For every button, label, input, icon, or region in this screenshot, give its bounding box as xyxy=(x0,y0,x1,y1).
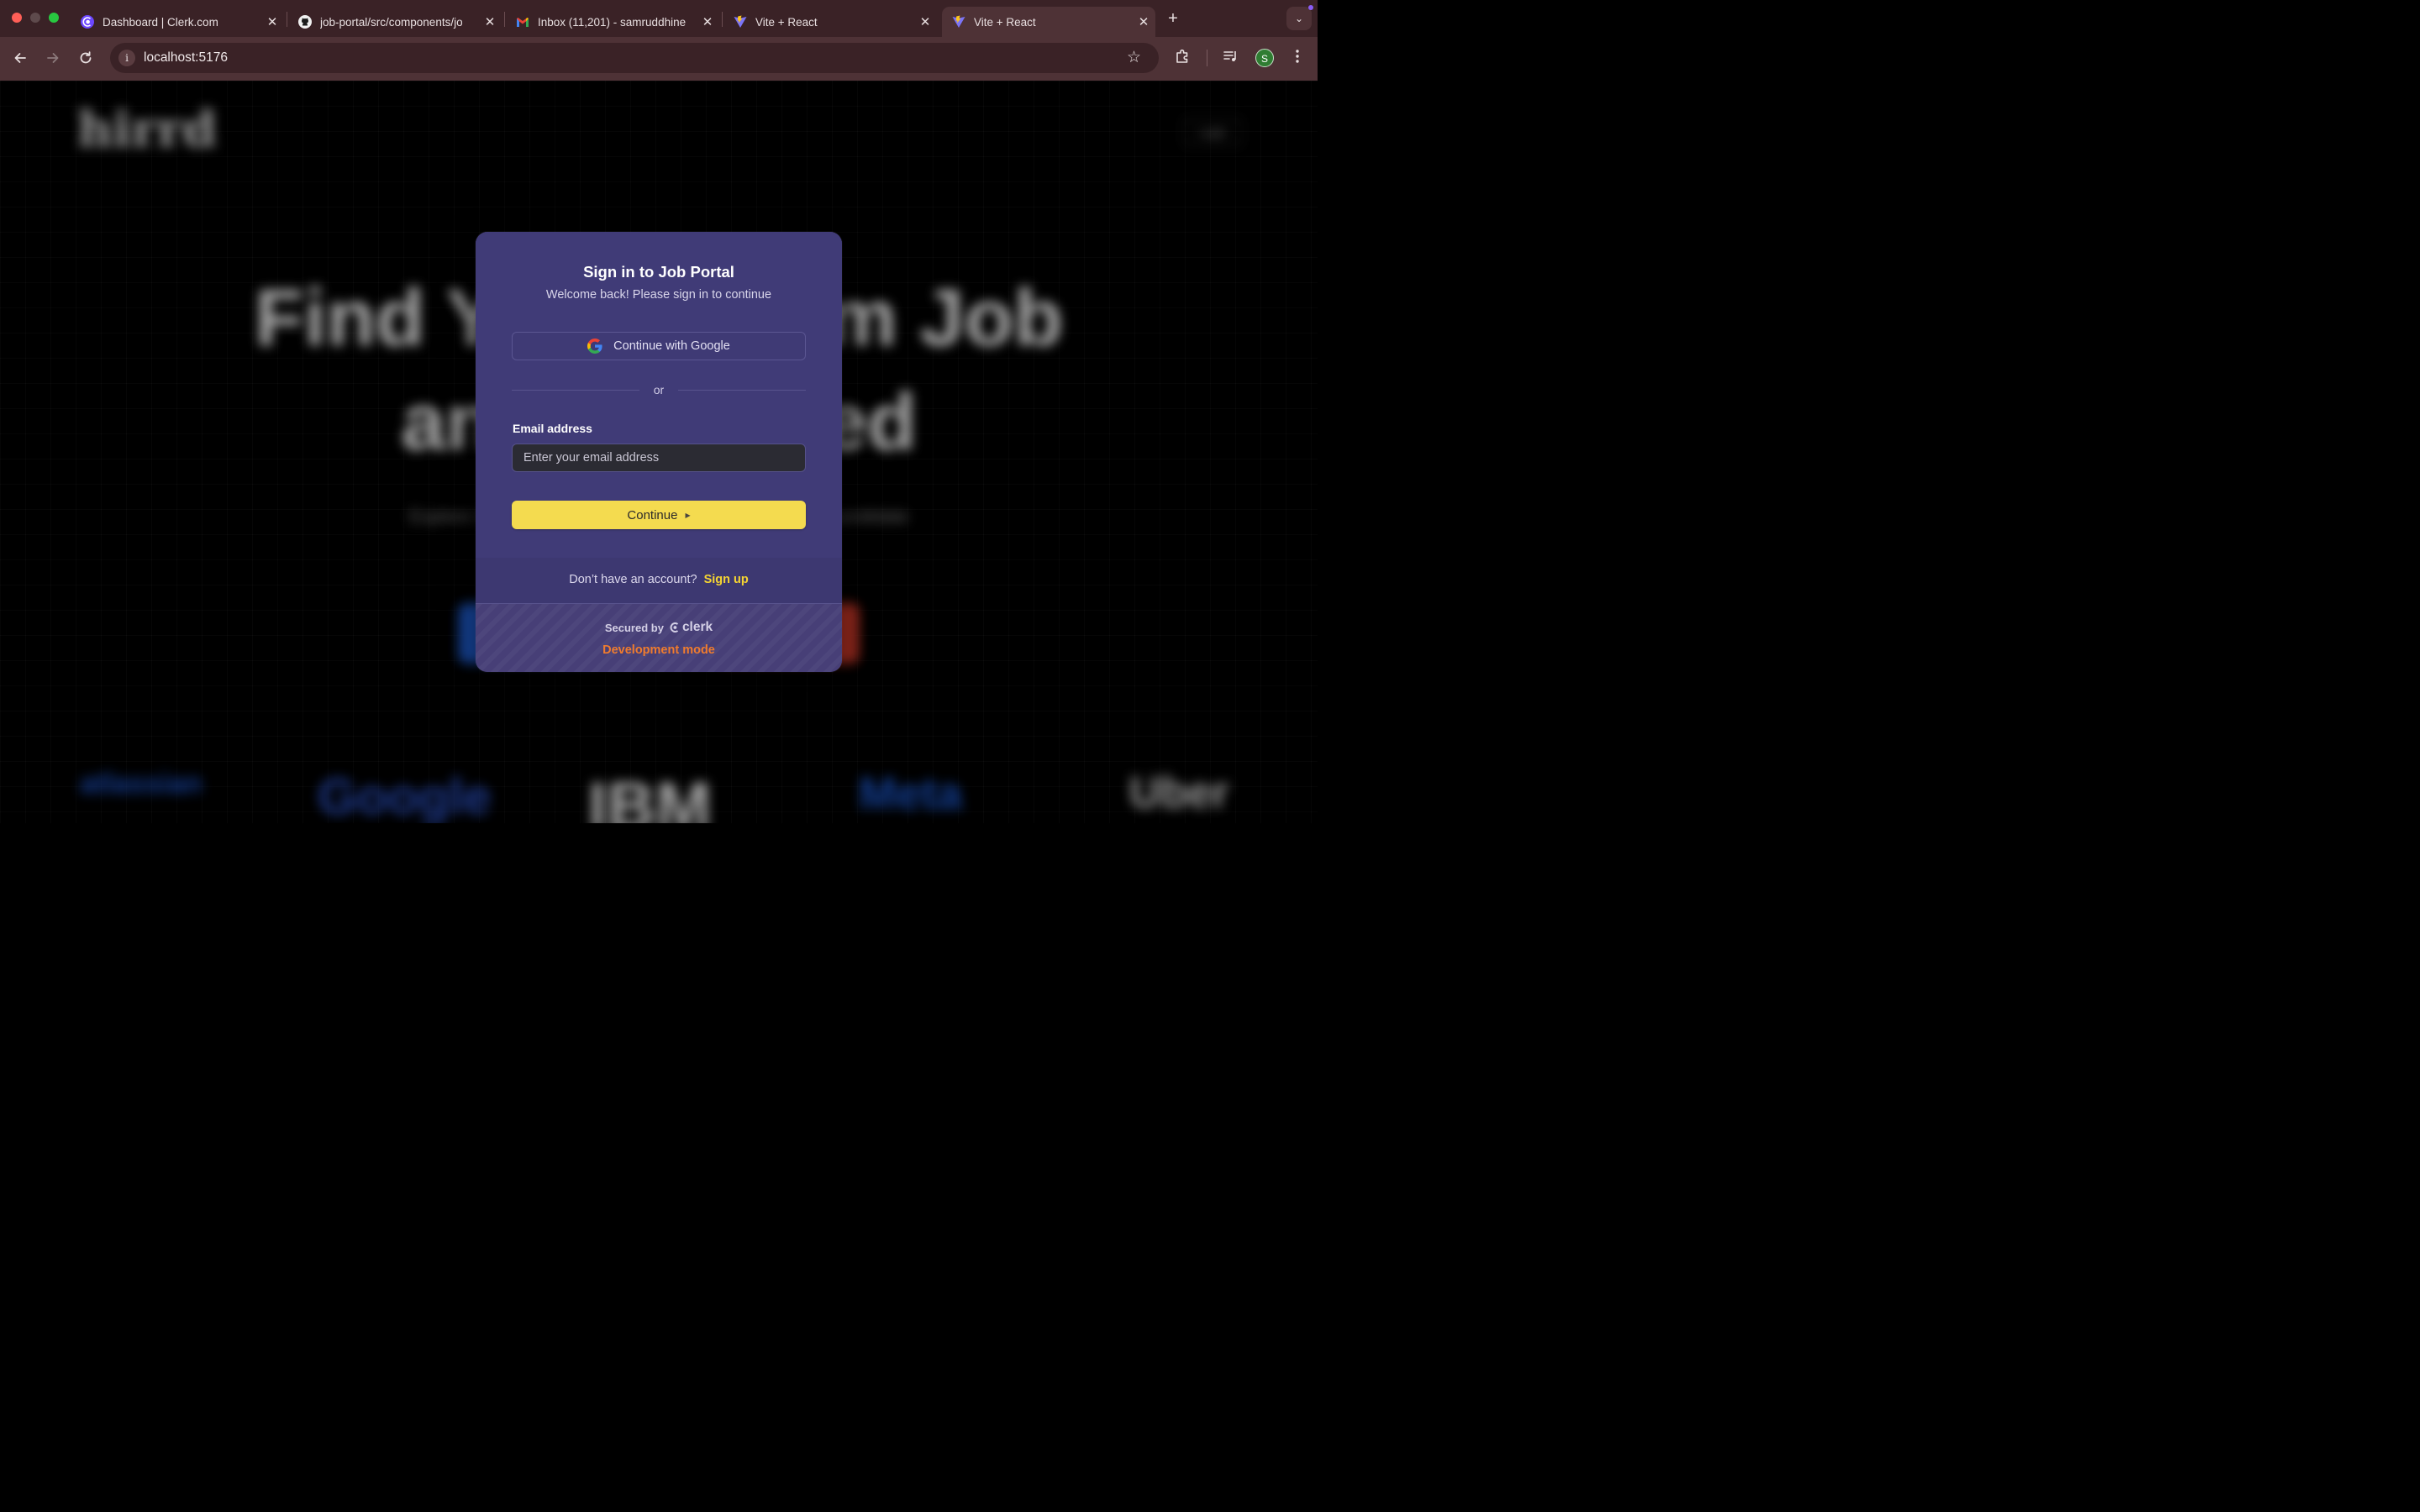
window-maximize-button[interactable] xyxy=(49,13,59,23)
tab-title: Vite + React xyxy=(755,15,818,29)
signup-row: Don’t have an account? Sign up xyxy=(476,573,842,586)
window-minimize-button[interactable] xyxy=(30,13,40,23)
url-text[interactable]: localhost:5176 xyxy=(144,50,228,66)
clerk-icon xyxy=(670,622,679,633)
tab-title: Vite + React xyxy=(974,15,1036,29)
clerk-logo[interactable]: clerk xyxy=(669,620,713,635)
tab-separator xyxy=(504,12,505,27)
tab-title: Dashboard | Clerk.com xyxy=(103,15,218,29)
google-icon xyxy=(587,339,602,354)
tab-close-icon[interactable]: ✕ xyxy=(1132,14,1155,29)
back-icon[interactable] xyxy=(10,48,30,68)
tab-close-icon[interactable]: ✕ xyxy=(696,14,719,29)
secured-by-row: Secured by clerk xyxy=(476,620,842,635)
gmail-icon xyxy=(516,15,529,29)
secured-by-footer: Secured by clerk Development mode xyxy=(476,604,842,672)
email-label: Email address xyxy=(513,422,592,435)
tab-vite-react[interactable]: Vite + React ✕ xyxy=(723,7,937,37)
tab-gmail[interactable]: Inbox (11,201) - samruddhine ✕ xyxy=(506,7,719,37)
signin-title: Sign in to Job Portal xyxy=(583,263,734,281)
tab-vite-react-active[interactable]: Vite + React ✕ xyxy=(942,7,1155,37)
github-icon xyxy=(298,15,312,29)
tab-close-icon[interactable]: ✕ xyxy=(913,14,937,29)
tab-close-icon[interactable]: ✕ xyxy=(478,14,502,29)
secured-by-text: Secured by xyxy=(604,621,664,634)
vite-icon xyxy=(734,15,747,29)
signin-card: Sign in to Job Portal Welcome back! Plea… xyxy=(476,232,842,672)
notification-dot xyxy=(1308,5,1313,10)
clerk-icon xyxy=(81,15,94,29)
tab-github[interactable]: job-portal/src/components/jo ✕ xyxy=(288,7,502,37)
tab-strip: Dashboard | Clerk.com ✕ job-portal/src/c… xyxy=(0,0,1318,37)
extensions-icon[interactable] xyxy=(1174,48,1191,69)
window-close-button[interactable] xyxy=(12,13,22,23)
signup-link[interactable]: Sign up xyxy=(704,573,749,586)
tab-close-icon[interactable]: ✕ xyxy=(260,14,284,29)
continue-button-label: Continue xyxy=(627,507,678,522)
site-info-icon[interactable]: i xyxy=(118,50,135,66)
signup-footer: Don’t have an account? Sign up xyxy=(476,558,842,603)
menu-kebab-icon[interactable] xyxy=(1292,48,1302,69)
clerk-brand-text: clerk xyxy=(681,620,713,634)
bookmark-star-icon[interactable]: ☆ xyxy=(1127,48,1141,67)
vite-icon xyxy=(952,15,965,29)
tab-title: Inbox (11,201) - samruddhine xyxy=(538,15,687,29)
new-tab-button[interactable]: + xyxy=(1165,8,1181,29)
forward-icon[interactable] xyxy=(43,48,63,68)
tab-separator xyxy=(722,12,723,27)
tab-clerk-dashboard[interactable]: Dashboard | Clerk.com ✕ xyxy=(71,7,284,37)
address-bar[interactable]: i localhost:5176 ☆ xyxy=(110,43,1159,73)
profile-avatar[interactable]: S xyxy=(1255,49,1274,67)
signin-subtitle: Welcome back! Please sign in to continue xyxy=(545,288,772,302)
reload-icon[interactable] xyxy=(76,48,96,68)
tab-search-button[interactable]: ⌄ xyxy=(1286,7,1312,30)
tab-title: job-portal/src/components/jo xyxy=(320,15,463,29)
continue-button[interactable]: Continue ▶ xyxy=(512,501,806,529)
no-account-text: Don’t have an account? xyxy=(569,573,697,586)
divider-line-right xyxy=(678,390,806,391)
signin-form-section: Sign in to Job Portal Welcome back! Plea… xyxy=(476,232,842,558)
email-field[interactable] xyxy=(512,444,806,472)
google-button-label: Continue with Google xyxy=(613,339,730,353)
caret-right-icon: ▶ xyxy=(685,511,691,519)
media-control-icon[interactable] xyxy=(1223,48,1239,69)
continue-with-google-button[interactable]: Continue with Google xyxy=(512,332,806,360)
screen: Dashboard | Clerk.com ✕ job-portal/src/c… xyxy=(0,0,1318,823)
development-mode-badge: Development mode xyxy=(602,643,715,657)
browser-toolbar: i localhost:5176 ☆ S xyxy=(0,37,1318,81)
